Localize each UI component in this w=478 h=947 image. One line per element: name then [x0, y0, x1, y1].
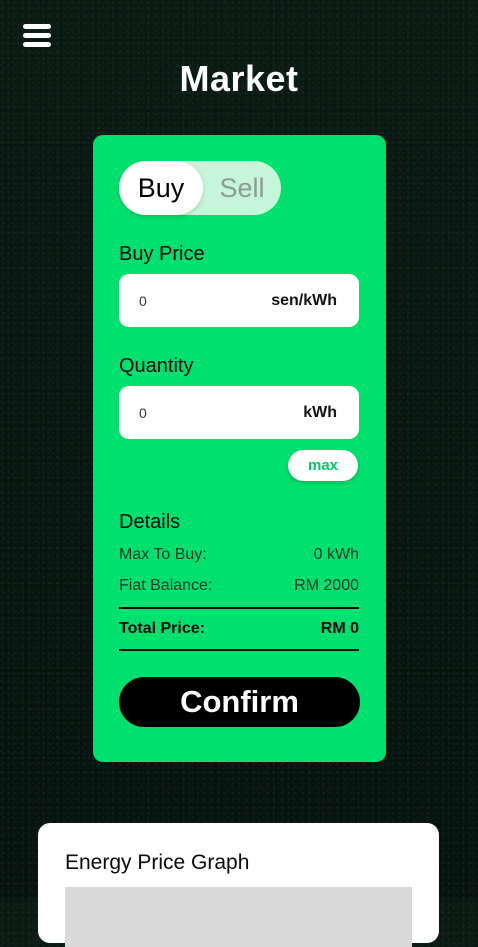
max-button[interactable]: max: [288, 450, 358, 481]
buy-sell-toggle[interactable]: Buy Sell: [119, 161, 281, 215]
fiat-balance-value: RM 2000: [294, 577, 359, 594]
quantity-input[interactable]: [139, 386, 249, 439]
menu-bar: [23, 33, 51, 38]
quantity-unit: kWh: [303, 404, 337, 421]
menu-bar: [23, 24, 51, 29]
buy-price-input[interactable]: [139, 274, 249, 327]
hamburger-menu-icon[interactable]: [23, 24, 51, 48]
confirm-button[interactable]: Confirm: [119, 677, 360, 727]
divider: [119, 649, 359, 651]
details-title: Details: [119, 511, 181, 533]
total-price-label: Total Price:: [119, 620, 205, 637]
max-to-buy-value: 0 kWh: [313, 546, 359, 563]
buy-price-label: Buy Price: [119, 243, 205, 265]
page-title: Market: [179, 58, 299, 99]
buy-toggle-option[interactable]: Buy: [119, 161, 203, 215]
fiat-balance-label: Fiat Balance:: [119, 577, 213, 594]
buy-price-unit: sen/kWh: [271, 292, 337, 309]
buy-price-field[interactable]: sen/kWh: [119, 274, 359, 327]
max-to-buy-label: Max To Buy:: [119, 546, 207, 563]
sell-toggle-option[interactable]: Sell: [203, 161, 281, 215]
quantity-field[interactable]: kWh: [119, 386, 359, 439]
graph-title: Energy Price Graph: [65, 851, 250, 874]
menu-bar: [23, 42, 51, 47]
divider: [119, 607, 359, 609]
energy-price-graph-card: Energy Price Graph: [38, 823, 439, 947]
graph-area: [65, 887, 412, 947]
trade-card: Buy Sell Buy Price sen/kWh Quantity kWh …: [93, 135, 386, 762]
quantity-label: Quantity: [119, 355, 194, 377]
total-price-value: RM 0: [320, 620, 359, 637]
